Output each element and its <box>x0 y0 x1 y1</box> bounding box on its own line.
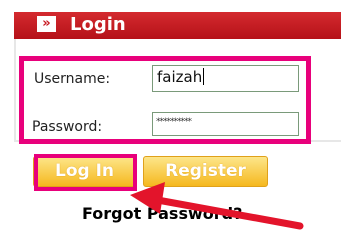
page-title: Login <box>70 14 126 35</box>
login-button-highlight <box>34 154 137 191</box>
register-button[interactable]: Register <box>143 156 268 187</box>
forgot-password-link[interactable]: Forgot Password? <box>82 204 242 224</box>
fields-highlight-box <box>19 56 311 144</box>
double-chevron-right-icon: » <box>37 16 56 32</box>
login-header: » Login <box>14 12 341 39</box>
